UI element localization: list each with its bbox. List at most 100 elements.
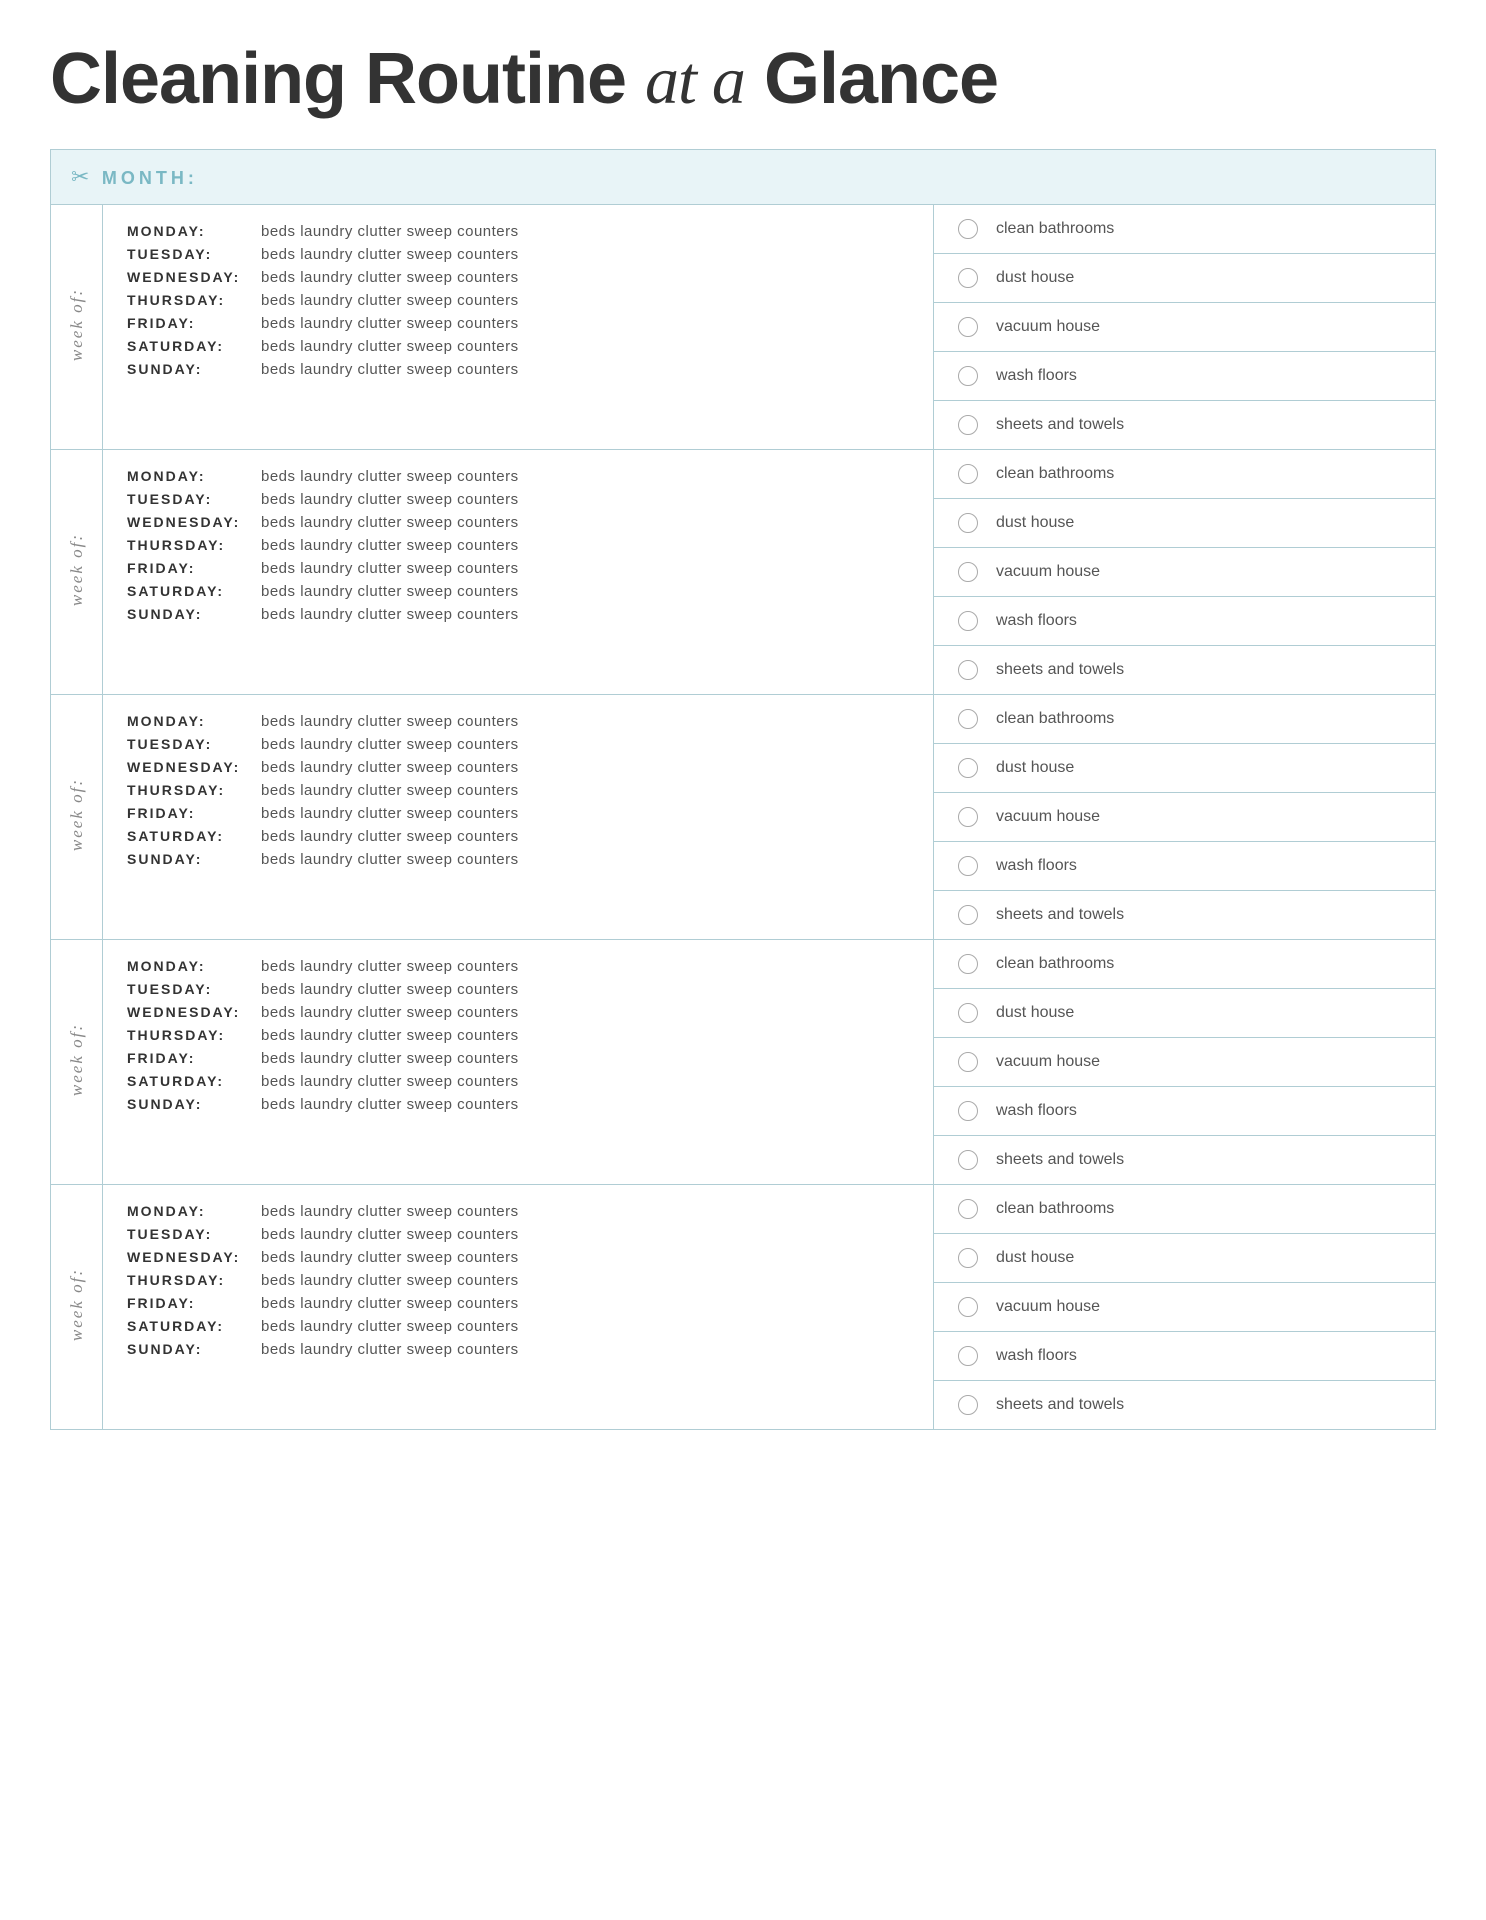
task-text-w4-t4: wash floors bbox=[996, 1102, 1077, 1120]
checkbox-w3-t1[interactable] bbox=[958, 709, 978, 729]
checkbox-w4-t3[interactable] bbox=[958, 1052, 978, 1072]
checkbox-w5-t4[interactable] bbox=[958, 1346, 978, 1366]
weekly-task-item-w1-t4[interactable]: wash floors bbox=[934, 352, 1435, 401]
month-label: MONTH: bbox=[102, 168, 198, 188]
day-row-w4-d3: WEDNESDAY:beds laundry clutter sweep cou… bbox=[127, 1004, 909, 1021]
checkbox-w3-t4[interactable] bbox=[958, 856, 978, 876]
weekly-task-item-w3-t1[interactable]: clean bathrooms bbox=[934, 695, 1435, 744]
checkbox-w4-t2[interactable] bbox=[958, 1003, 978, 1023]
checkbox-w5-t3[interactable] bbox=[958, 1297, 978, 1317]
weekly-task-item-w3-t3[interactable]: vacuum house bbox=[934, 793, 1435, 842]
daily-tasks-cell-5: MONDAY:beds laundry clutter sweep counte… bbox=[103, 1185, 934, 1430]
task-text-w3-t5: sheets and towels bbox=[996, 906, 1124, 924]
day-tasks-w2-d5: beds laundry clutter sweep counters bbox=[261, 560, 519, 577]
weekly-task-item-w5-t4[interactable]: wash floors bbox=[934, 1332, 1435, 1381]
week-label-text-2: week of: bbox=[67, 533, 87, 606]
checkbox-w1-t3[interactable] bbox=[958, 317, 978, 337]
weekly-task-item-w2-t2[interactable]: dust house bbox=[934, 499, 1435, 548]
day-name-w1-d6: SATURDAY: bbox=[127, 338, 257, 354]
weekly-task-item-w3-t2[interactable]: dust house bbox=[934, 744, 1435, 793]
checkbox-w3-t2[interactable] bbox=[958, 758, 978, 778]
weekly-task-item-w5-t2[interactable]: dust house bbox=[934, 1234, 1435, 1283]
checkbox-w1-t5[interactable] bbox=[958, 415, 978, 435]
weekly-task-item-w5-t1[interactable]: clean bathrooms bbox=[934, 1185, 1435, 1234]
day-tasks-w1-d5: beds laundry clutter sweep counters bbox=[261, 315, 519, 332]
day-row-w2-d1: MONDAY:beds laundry clutter sweep counte… bbox=[127, 468, 909, 485]
weekly-task-item-w4-t2[interactable]: dust house bbox=[934, 989, 1435, 1038]
weekly-task-item-w1-t2[interactable]: dust house bbox=[934, 254, 1435, 303]
day-row-w1-d7: SUNDAY:beds laundry clutter sweep counte… bbox=[127, 361, 909, 378]
day-row-w4-d6: SATURDAY:beds laundry clutter sweep coun… bbox=[127, 1073, 909, 1090]
weekly-task-item-w2-t3[interactable]: vacuum house bbox=[934, 548, 1435, 597]
task-text-w3-t2: dust house bbox=[996, 759, 1074, 777]
weekly-task-item-w4-t4[interactable]: wash floors bbox=[934, 1087, 1435, 1136]
week-row-5: week of:MONDAY:beds laundry clutter swee… bbox=[51, 1185, 1436, 1430]
checkbox-w4-t1[interactable] bbox=[958, 954, 978, 974]
weekly-task-item-w5-t3[interactable]: vacuum house bbox=[934, 1283, 1435, 1332]
day-name-w2-d1: MONDAY: bbox=[127, 468, 257, 484]
checkbox-w2-t5[interactable] bbox=[958, 660, 978, 680]
weekly-task-item-w4-t3[interactable]: vacuum house bbox=[934, 1038, 1435, 1087]
checkbox-w5-t1[interactable] bbox=[958, 1199, 978, 1219]
weekly-task-item-w5-t5[interactable]: sheets and towels bbox=[934, 1381, 1435, 1429]
week-row-4: week of:MONDAY:beds laundry clutter swee… bbox=[51, 940, 1436, 1185]
checkbox-w2-t2[interactable] bbox=[958, 513, 978, 533]
weekly-task-item-w1-t1[interactable]: clean bathrooms bbox=[934, 205, 1435, 254]
weekly-task-item-w2-t5[interactable]: sheets and towels bbox=[934, 646, 1435, 694]
day-row-w2-d6: SATURDAY:beds laundry clutter sweep coun… bbox=[127, 583, 909, 600]
day-row-w5-d1: MONDAY:beds laundry clutter sweep counte… bbox=[127, 1203, 909, 1220]
day-row-w3-d1: MONDAY:beds laundry clutter sweep counte… bbox=[127, 713, 909, 730]
day-name-w1-d3: WEDNESDAY: bbox=[127, 269, 257, 285]
day-name-w2-d7: SUNDAY: bbox=[127, 606, 257, 622]
weekly-task-item-w4-t1[interactable]: clean bathrooms bbox=[934, 940, 1435, 989]
weekly-task-item-w1-t5[interactable]: sheets and towels bbox=[934, 401, 1435, 449]
weekly-task-item-w4-t5[interactable]: sheets and towels bbox=[934, 1136, 1435, 1184]
checkbox-w4-t4[interactable] bbox=[958, 1101, 978, 1121]
day-tasks-w5-d5: beds laundry clutter sweep counters bbox=[261, 1295, 519, 1312]
week-label-1: week of: bbox=[51, 205, 103, 450]
day-row-w2-d7: SUNDAY:beds laundry clutter sweep counte… bbox=[127, 606, 909, 623]
checkbox-w2-t1[interactable] bbox=[958, 464, 978, 484]
checkbox-w2-t3[interactable] bbox=[958, 562, 978, 582]
day-tasks-w4-d3: beds laundry clutter sweep counters bbox=[261, 1004, 519, 1021]
task-text-w3-t1: clean bathrooms bbox=[996, 710, 1114, 728]
checkbox-w1-t2[interactable] bbox=[958, 268, 978, 288]
weekly-task-item-w2-t1[interactable]: clean bathrooms bbox=[934, 450, 1435, 499]
checkbox-w5-t2[interactable] bbox=[958, 1248, 978, 1268]
day-row-w5-d3: WEDNESDAY:beds laundry clutter sweep cou… bbox=[127, 1249, 909, 1266]
day-row-w1-d1: MONDAY:beds laundry clutter sweep counte… bbox=[127, 223, 909, 240]
day-tasks-w3-d4: beds laundry clutter sweep counters bbox=[261, 782, 519, 799]
task-text-w1-t4: wash floors bbox=[996, 367, 1077, 385]
week-row-3: week of:MONDAY:beds laundry clutter swee… bbox=[51, 695, 1436, 940]
task-text-w3-t3: vacuum house bbox=[996, 808, 1100, 826]
task-text-w2-t5: sheets and towels bbox=[996, 661, 1124, 679]
checkbox-w3-t5[interactable] bbox=[958, 905, 978, 925]
day-name-w2-d4: THURSDAY: bbox=[127, 537, 257, 553]
day-row-w3-d3: WEDNESDAY:beds laundry clutter sweep cou… bbox=[127, 759, 909, 776]
weekly-task-item-w3-t4[interactable]: wash floors bbox=[934, 842, 1435, 891]
day-tasks-w2-d2: beds laundry clutter sweep counters bbox=[261, 491, 519, 508]
day-row-w4-d5: FRIDAY:beds laundry clutter sweep counte… bbox=[127, 1050, 909, 1067]
weekly-task-item-w1-t3[interactable]: vacuum house bbox=[934, 303, 1435, 352]
weekly-task-item-w3-t5[interactable]: sheets and towels bbox=[934, 891, 1435, 939]
day-tasks-w3-d2: beds laundry clutter sweep counters bbox=[261, 736, 519, 753]
weekly-task-item-w2-t4[interactable]: wash floors bbox=[934, 597, 1435, 646]
checkbox-w4-t5[interactable] bbox=[958, 1150, 978, 1170]
checkbox-w1-t1[interactable] bbox=[958, 219, 978, 239]
task-text-w1-t3: vacuum house bbox=[996, 318, 1100, 336]
scissors-icon: ✂ bbox=[71, 164, 89, 190]
daily-tasks-cell-2: MONDAY:beds laundry clutter sweep counte… bbox=[103, 450, 934, 695]
day-row-w5-d2: TUESDAY:beds laundry clutter sweep count… bbox=[127, 1226, 909, 1243]
checkbox-w5-t5[interactable] bbox=[958, 1395, 978, 1415]
day-tasks-w2-d7: beds laundry clutter sweep counters bbox=[261, 606, 519, 623]
day-row-w1-d3: WEDNESDAY:beds laundry clutter sweep cou… bbox=[127, 269, 909, 286]
day-tasks-w5-d6: beds laundry clutter sweep counters bbox=[261, 1318, 519, 1335]
checkbox-w2-t4[interactable] bbox=[958, 611, 978, 631]
day-name-w3-d4: THURSDAY: bbox=[127, 782, 257, 798]
checkbox-w3-t3[interactable] bbox=[958, 807, 978, 827]
day-tasks-w3-d3: beds laundry clutter sweep counters bbox=[261, 759, 519, 776]
checkbox-w1-t4[interactable] bbox=[958, 366, 978, 386]
weekly-tasks-cell-5: clean bathroomsdust housevacuum housewas… bbox=[934, 1185, 1436, 1430]
week-label-text-1: week of: bbox=[67, 288, 87, 361]
day-name-w2-d3: WEDNESDAY: bbox=[127, 514, 257, 530]
